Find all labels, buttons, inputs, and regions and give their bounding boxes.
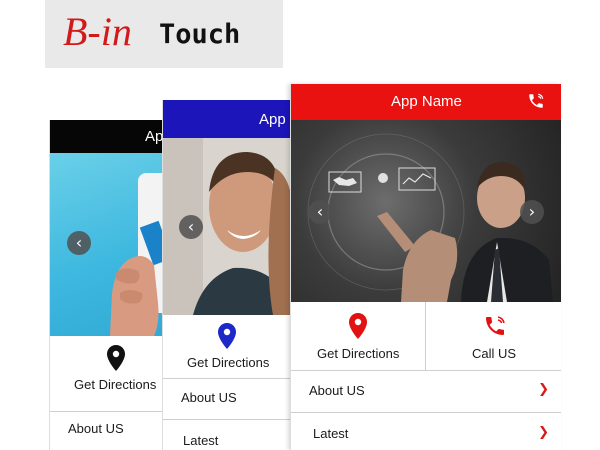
map-pin-icon [218, 323, 236, 349]
menu-item-label: About US [68, 421, 124, 436]
chevron-right-icon: ❯ [538, 382, 549, 397]
header-title: App [259, 111, 286, 128]
menu-item-latest[interactable]: Latest [163, 420, 293, 450]
phone-icon[interactable] [527, 92, 545, 110]
header-title: App Name [391, 93, 462, 110]
chevron-left-icon[interactable]: ‹ [179, 215, 203, 239]
menu-item-label: About US [309, 383, 365, 398]
chevron-left-icon[interactable]: ‹ [67, 231, 91, 255]
header-title: Ap [145, 128, 164, 145]
logo-b-in-text: B-in [63, 9, 132, 54]
get-directions-label: Get Directions [187, 355, 270, 370]
logo-touch-text: Touch [159, 19, 241, 50]
get-directions-label: Get Directions [317, 346, 400, 361]
menu-item-about-us[interactable]: About US ❯ [291, 371, 561, 413]
app-header: Ap [50, 120, 170, 153]
brand-logo: B-in Touch [45, 0, 283, 68]
get-directions-tile[interactable]: Get Directions [50, 336, 170, 412]
call-us-label: Call US [472, 346, 517, 361]
hero-slider[interactable]: ‹ › [291, 120, 561, 302]
get-directions-tile[interactable]: Get Directions [163, 315, 293, 379]
hero-slider[interactable]: ‹ [163, 138, 293, 315]
chevron-right-icon: ❯ [538, 425, 549, 440]
menu-item-about-us[interactable]: About US [50, 411, 170, 450]
get-directions-tile[interactable]: Get Directions [291, 302, 426, 371]
menu-item-label: Latest [183, 433, 219, 448]
menu-item-label: Latest [313, 426, 349, 441]
get-directions-label: Get Directions [74, 377, 157, 392]
map-pin-icon [107, 345, 125, 371]
app-header: App [163, 100, 293, 138]
phone-mockup-back: Ap ‹ Get Directions About US [49, 120, 170, 450]
map-pin-icon [349, 313, 367, 339]
app-header: App Name [291, 84, 561, 120]
hero-slider[interactable]: ‹ [50, 153, 170, 336]
menu-item-label: About US [181, 390, 237, 405]
phone-mockup-front: App Name ‹ › Get Directions Call US Abou… [290, 84, 561, 450]
phone-icon [486, 316, 505, 335]
menu-item-about-us[interactable]: About US [163, 378, 293, 420]
phone-mockup-middle: App ‹ Get Directions About US Latest [162, 100, 293, 450]
menu-item-latest[interactable]: Latest ❯ [291, 413, 561, 450]
chevron-left-icon[interactable]: ‹ [308, 200, 332, 224]
chevron-right-icon[interactable]: › [520, 200, 544, 224]
call-us-tile[interactable]: Call US [426, 302, 561, 371]
